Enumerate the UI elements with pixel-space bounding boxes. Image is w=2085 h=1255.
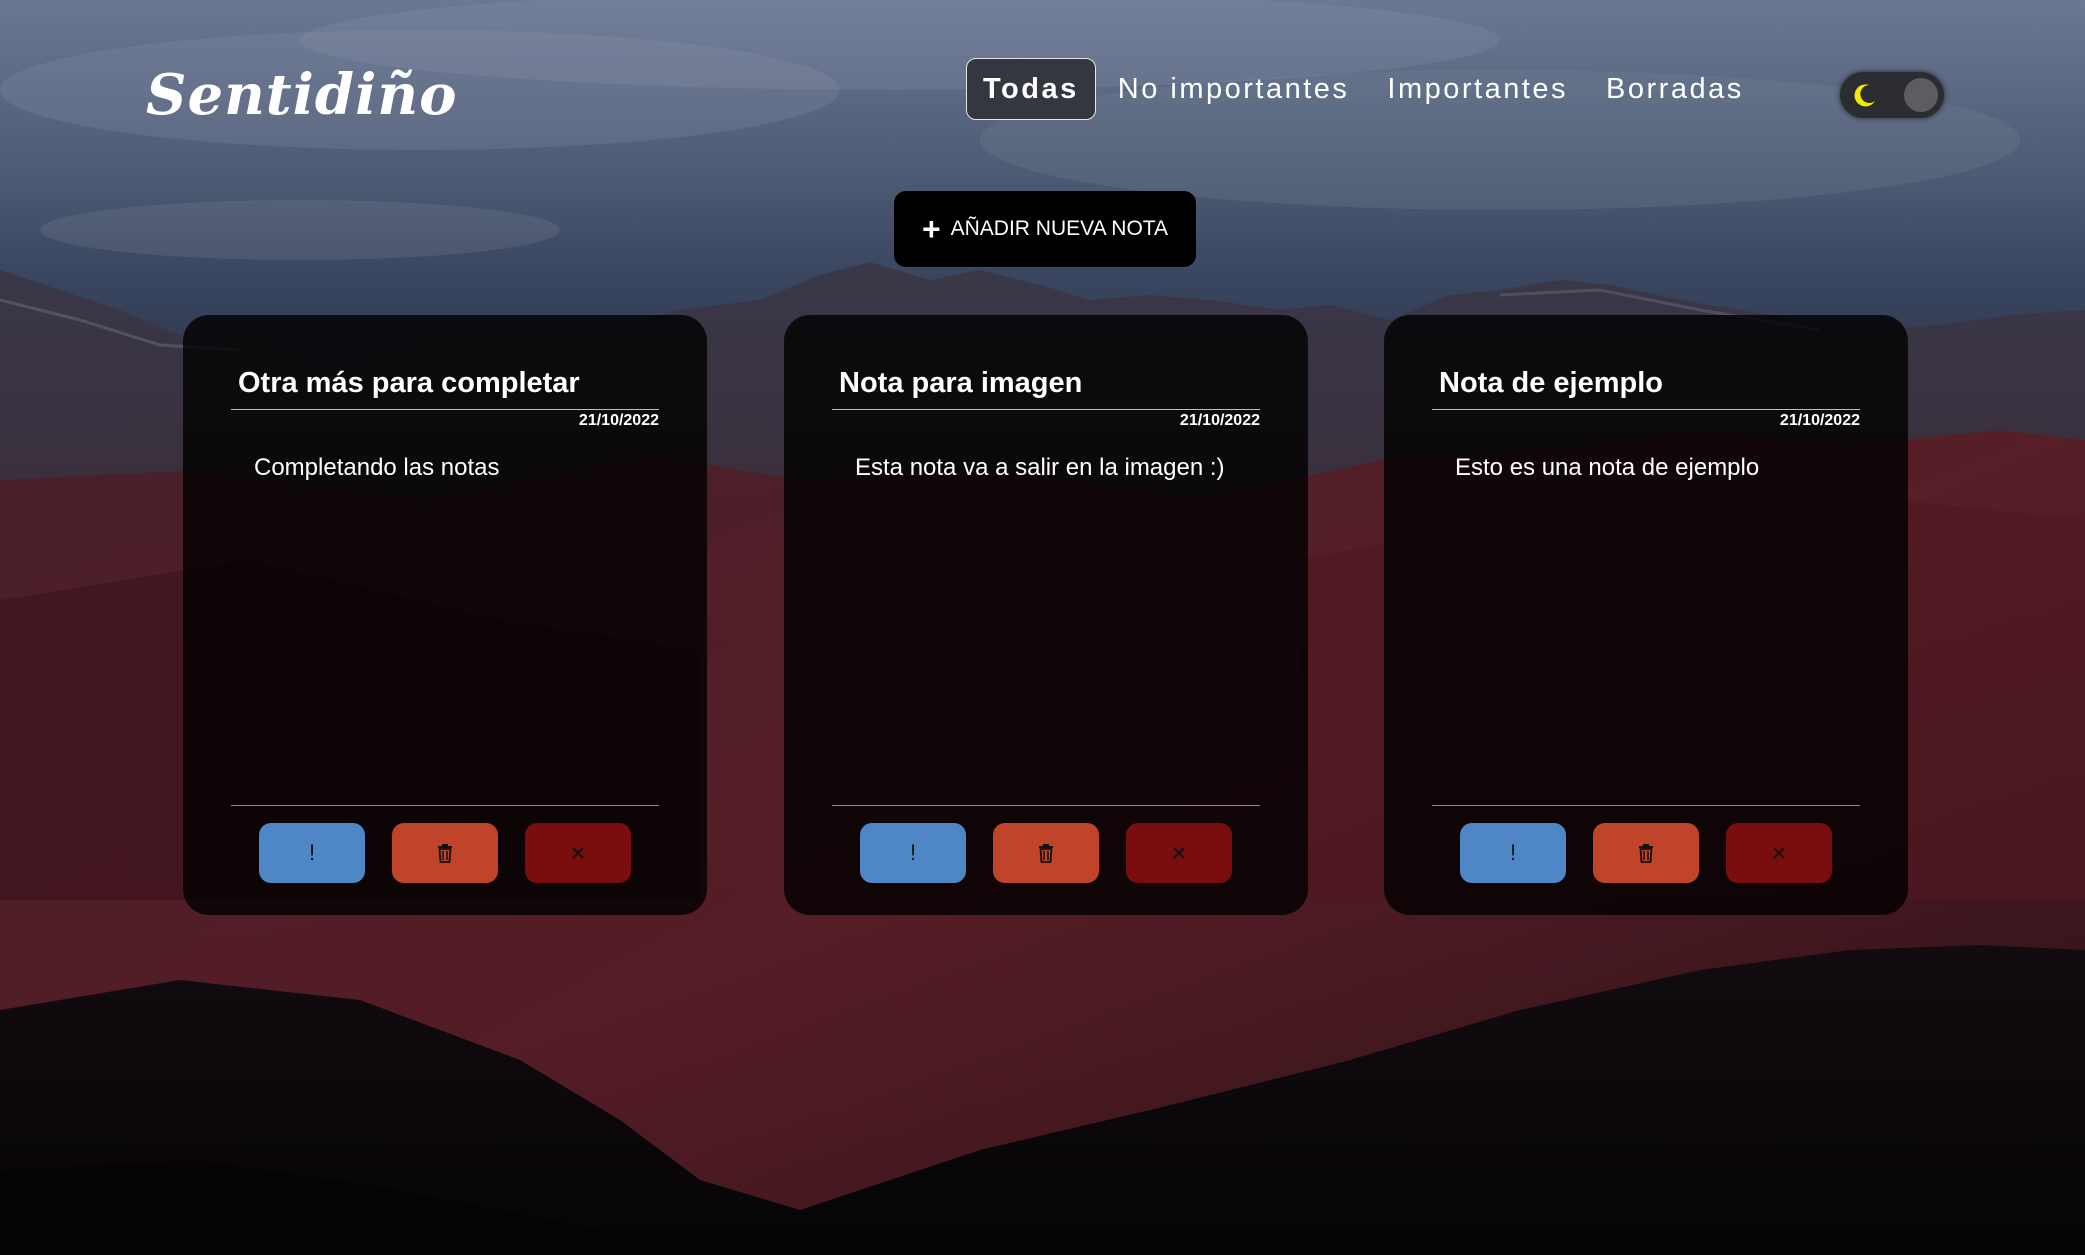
note-date: 21/10/2022 [1779,412,1860,429]
main-nav: Todas No importantes Importantes Borrada… [966,57,1766,121]
note-actions: ! [860,823,1232,883]
note-date: 21/10/2022 [578,412,659,429]
note-card: Nota de ejemplo 21/10/2022 Esto es una n… [1384,315,1908,915]
note-actions: ! [259,823,631,883]
mark-important-button[interactable]: ! [259,823,365,883]
close-icon [572,847,584,859]
nav-tab-borradas[interactable]: Borradas [1590,58,1760,120]
nav-tab-todas[interactable]: Todas [966,58,1096,120]
close-icon [1173,847,1185,859]
trash-icon [438,844,452,863]
note-divider [832,409,1260,410]
note-divider [231,409,659,410]
add-note-label: AÑADIR NUEVA NOTA [950,217,1169,240]
theme-toggle[interactable] [1840,72,1944,118]
move-to-trash-button[interactable] [1593,823,1699,883]
note-actions: ! [1460,823,1832,883]
exclamation-icon: ! [909,840,917,865]
nav-tab-no-importantes[interactable]: No importantes [1102,58,1366,120]
note-card: Nota para imagen 21/10/2022 Esta nota va… [784,315,1308,915]
note-footer-divider [231,805,659,806]
toggle-knob [1904,78,1938,112]
mark-important-button[interactable]: ! [860,823,966,883]
move-to-trash-button[interactable] [392,823,498,883]
note-title: Nota de ejemplo [1439,367,1663,399]
trash-icon [1639,844,1653,863]
note-footer-divider [1432,805,1860,806]
moon-icon [1854,84,1875,107]
plus-icon: + [921,211,941,247]
note-divider [1432,409,1860,410]
note-body: Esta nota va a salir en la imagen :) [855,454,1225,481]
note-body: Completando las notas [254,454,500,481]
close-icon [1773,847,1785,859]
app-logo[interactable]: Sentidiño [146,55,457,135]
note-title: Otra más para completar [238,367,580,399]
delete-note-button[interactable] [1726,823,1832,883]
delete-note-button[interactable] [525,823,631,883]
note-body: Esto es una nota de ejemplo [1455,454,1760,481]
mark-important-button[interactable]: ! [1460,823,1566,883]
add-note-button[interactable]: + AÑADIR NUEVA NOTA [894,191,1196,267]
trash-icon [1039,844,1053,863]
app-page: Sentidiño Todas No importantes Important… [0,0,2085,1255]
note-date: 21/10/2022 [1179,412,1260,429]
move-to-trash-button[interactable] [993,823,1099,883]
delete-note-button[interactable] [1126,823,1232,883]
note-footer-divider [832,805,1260,806]
exclamation-icon: ! [308,840,316,865]
note-title: Nota para imagen [839,367,1083,399]
exclamation-icon: ! [1509,840,1517,865]
note-card: Otra más para completar 21/10/2022 Compl… [183,315,707,915]
nav-tab-importantes[interactable]: Importantes [1371,58,1584,120]
